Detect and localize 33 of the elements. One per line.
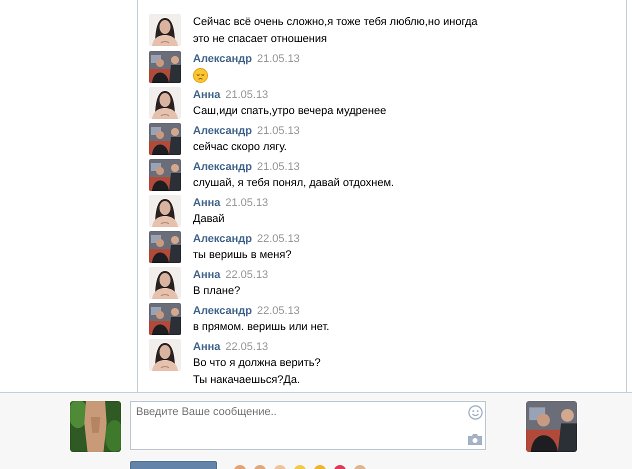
author-name[interactable]: Александр	[193, 231, 252, 247]
message-text: в прямом. веришь или нет.	[193, 320, 330, 335]
message-text: Ты накачаешься?Да.	[193, 373, 302, 388]
message-date: 21.05.13	[225, 88, 268, 103]
author-name[interactable]: Анна	[193, 267, 220, 283]
author-name[interactable]: Александр	[193, 303, 252, 319]
author-name[interactable]: Александр	[193, 51, 252, 67]
author-name[interactable]: Александр	[193, 159, 252, 175]
sad-face-icon	[193, 68, 208, 83]
message-text: Во что я должна верить?	[193, 356, 321, 371]
message-date: 22.05.13	[256, 304, 300, 319]
message-text: В плане?	[193, 284, 242, 299]
message-date: 21.05.13	[256, 160, 300, 175]
author-name[interactable]: Анна	[193, 87, 220, 103]
message-text: Сейчас всё очень сложно,я тоже тебя люблю,но иногда	[193, 15, 478, 30]
author-name[interactable]: Александр	[193, 123, 252, 139]
message-text: сейчас скоро лягу.	[193, 140, 288, 155]
message-date: 21.05.13	[256, 52, 300, 67]
author-name[interactable]: Анна	[193, 339, 220, 355]
message-date: 22.05.13	[225, 340, 268, 355]
message-text: это не спасает отношения	[193, 32, 328, 47]
message-date: 22.05.13	[225, 268, 268, 283]
message-date: 21.05.13	[256, 124, 300, 139]
message-date: 21.05.13	[225, 196, 268, 211]
message-text: слушай, я тебя понял, давай отдохнем.	[193, 176, 394, 191]
message-text: Саш,иди спать,утро вечера мудренее	[193, 104, 386, 119]
message-text: ты веришь в меня?	[193, 248, 292, 263]
camera-icon[interactable]	[467, 433, 483, 446]
message-field[interactable]: Введите Ваше сообщение..	[130, 401, 486, 450]
message-date: 22.05.13	[256, 232, 300, 247]
message-text: Давай	[193, 212, 226, 227]
author-name[interactable]: Анна	[193, 195, 220, 211]
smiley-icon[interactable]	[468, 405, 483, 420]
